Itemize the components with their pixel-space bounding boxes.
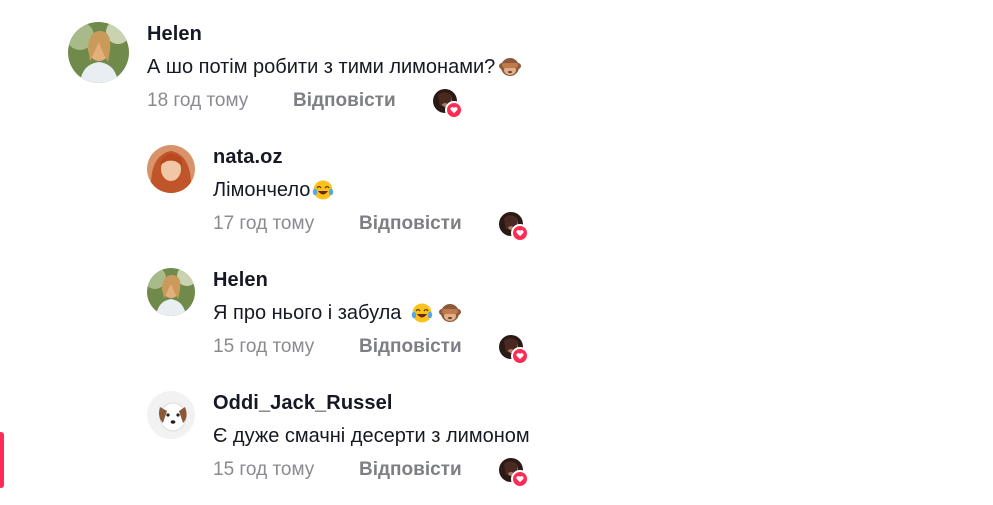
heart-icon [511, 470, 529, 488]
reply-comment-item: nata.oz Лімончело 17 год тому Відповісти [147, 145, 529, 242]
comment-text-content: Є дуже смачні десерти з лимоном [213, 425, 530, 447]
comment-item: Helen А шо потім робити з тими лимонами?… [68, 22, 522, 119]
comment-text-content: Лімончело [213, 179, 311, 201]
timestamp: 18 год тому [147, 90, 249, 111]
comment-text: Є дуже смачні десерти з лимоном [213, 423, 530, 449]
creator-like-badge [433, 89, 463, 119]
see-no-evil-monkey-icon [439, 302, 462, 324]
creator-like-badge [499, 458, 529, 488]
username[interactable]: nata.oz [213, 145, 523, 169]
heart-icon [511, 224, 529, 242]
heart-icon [445, 101, 463, 119]
heart-icon [511, 347, 529, 365]
timestamp: 17 год тому [213, 213, 315, 234]
creator-like-badge [499, 335, 529, 365]
tears-of-joy-icon [312, 179, 334, 201]
comment-text-content: А шо потім робити з тими лимонами? [147, 56, 496, 78]
reply-button[interactable]: Відповісти [359, 459, 499, 481]
avatar[interactable] [147, 268, 195, 316]
username[interactable]: Oddi_Jack_Russel [213, 391, 530, 415]
timestamp: 15 год тому [213, 459, 315, 480]
comment-text: Я про нього і забула [213, 300, 523, 326]
see-no-evil-monkey-icon [499, 56, 522, 78]
username[interactable]: Helen [147, 22, 521, 46]
side-panel-tab[interactable] [0, 432, 4, 488]
reply-comment-item: Helen Я про нього і забула 15 год тому В… [147, 268, 529, 365]
username[interactable]: Helen [213, 268, 523, 292]
avatar[interactable] [147, 145, 195, 193]
tears-of-joy-icon [411, 302, 433, 324]
comment-text: А шо потім робити з тими лимонами? [147, 54, 522, 80]
comment-text-content: Я про нього і забула [213, 302, 402, 324]
avatar[interactable] [68, 22, 129, 83]
reply-button[interactable]: Відповісти [359, 336, 499, 358]
reply-comment-item: Oddi_Jack_Russel Є дуже смачні десерти з… [147, 391, 530, 488]
timestamp: 15 год тому [213, 336, 315, 357]
reply-button[interactable]: Відповісти [293, 90, 433, 112]
comment-text: Лімончело [213, 177, 523, 203]
avatar[interactable] [147, 391, 195, 439]
creator-like-badge [499, 212, 529, 242]
reply-button[interactable]: Відповісти [359, 213, 499, 235]
